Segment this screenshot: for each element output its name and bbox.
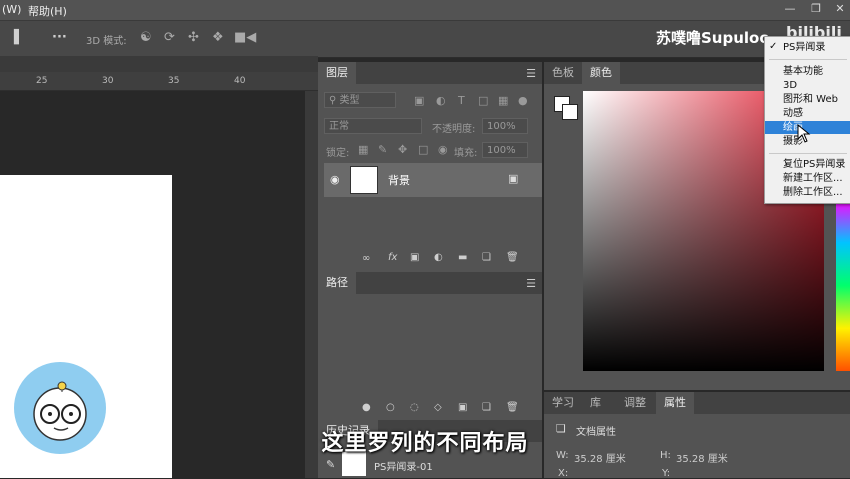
fill-label: 填充: [454, 148, 478, 159]
3d-orbit-icon[interactable]: ☯ [140, 30, 152, 45]
workspace-essentials[interactable]: 基本功能 [783, 65, 823, 78]
hue-slider[interactable] [836, 200, 850, 371]
more-options-icon[interactable]: ··· [52, 30, 67, 45]
trash-icon[interactable]: 🗑 [506, 252, 519, 263]
video-subtitle: 这里罗列的不同布局 [321, 431, 529, 456]
tab-color[interactable]: 颜色 [582, 62, 620, 84]
cartoon-avatar-icon [33, 381, 87, 441]
workspace-motion[interactable]: 动感 [783, 107, 803, 120]
menu-separator [769, 59, 847, 60]
lock-label: 锁定: [326, 148, 350, 159]
delete-workspace[interactable]: 删除工作区... [783, 186, 843, 199]
mask-icon[interactable]: ▣ [410, 252, 419, 263]
visibility-eye-icon[interactable]: ◉ [330, 173, 340, 186]
menu-separator [769, 153, 847, 154]
y-label: Y: [662, 468, 671, 479]
load-selection-icon[interactable]: ◌ [410, 402, 419, 413]
new-layer-icon[interactable]: ❏ [482, 252, 491, 263]
lock-icon: ▣ [508, 172, 519, 185]
new-workspace[interactable]: 新建工作区... [783, 172, 843, 185]
fill-path-icon[interactable]: ● [362, 402, 371, 413]
horizontal-ruler[interactable]: 25 30 35 40 [0, 72, 318, 91]
tab-swatches[interactable]: 色板 [544, 62, 582, 84]
trash-icon[interactable]: 🗑 [506, 402, 519, 413]
3d-camera-icon[interactable]: ■◀ [234, 30, 256, 45]
menu-window[interactable]: (W) [2, 3, 21, 16]
tab-paths[interactable]: 路径 [318, 272, 356, 294]
mouse-cursor-icon [797, 124, 811, 143]
fill-input[interactable]: 100% [482, 142, 528, 158]
check-icon: ✓ [769, 41, 778, 52]
minimize-icon[interactable]: — [780, 0, 800, 18]
background-color-swatch[interactable] [562, 104, 578, 120]
panel-menu-icon[interactable]: ☰ [526, 277, 536, 290]
3d-pan-icon[interactable]: ✣ [188, 30, 199, 45]
folder-icon[interactable]: ▬ [458, 252, 467, 263]
tab-libraries[interactable]: 库 [582, 392, 609, 414]
fx-icon[interactable]: fx [388, 252, 397, 263]
filter-toggle-icon[interactable]: ● [518, 94, 528, 107]
layers-panel-header: 图层 ☰ [318, 62, 542, 84]
filter-shape-icon[interactable]: □ [478, 94, 488, 107]
height-value[interactable]: 35.28 厘米 [676, 450, 728, 465]
filter-pixel-icon[interactable]: ▣ [414, 94, 424, 107]
options-bar: ▌ ··· 3D 模式: ☯ ⟳ ✣ ❖ ■◀ 苏噗噜Supuloo bilib… [0, 20, 850, 58]
layers-panel: 图层 ☰ ⚲ 类型 ▣ ◐ T □ ▦ ● 正常 不透明度: 100% 锁定: … [318, 62, 542, 272]
layer-filter-select[interactable]: ⚲ 类型 [324, 92, 396, 108]
properties-panel-header: 学习 库 调整 属性 [544, 392, 850, 414]
make-path-icon[interactable]: ◇ [434, 402, 442, 413]
menu-help[interactable]: 帮助(H) [28, 3, 67, 19]
layer-name: 背景 [388, 174, 410, 187]
layer-thumbnail [350, 166, 378, 194]
paths-panel-header: 路径 ☰ [318, 272, 542, 294]
height-label: H: [660, 450, 671, 461]
stroke-path-icon[interactable]: ○ [386, 402, 395, 413]
tab-adjustments[interactable]: 调整 [616, 392, 654, 414]
history-item[interactable]: PS异闻录-01 [374, 458, 433, 473]
paths-footer: ● ○ ◌ ◇ ▣ ❏ 🗑 [318, 398, 542, 420]
watermark-text: 苏噗噜Supuloo [656, 29, 770, 47]
adjustment-icon[interactable]: ◐ [434, 252, 443, 263]
history-brush-icon: ✎ [326, 458, 336, 471]
lock-all-icon[interactable]: ◉ [438, 143, 448, 156]
search-icon: ⚲ [329, 95, 340, 106]
menu-bar: (W) 帮助(H) — ❐ ✕ [0, 0, 850, 20]
layers-footer: ∞ fx ▣ ◐ ▬ ❏ 🗑 [318, 246, 542, 272]
3d-roll-icon[interactable]: ⟳ [164, 30, 175, 45]
tab-learn[interactable]: 学习 [544, 392, 582, 414]
x-label: X: [558, 468, 569, 479]
workspace-current[interactable]: PS异闻录 [783, 41, 825, 54]
avatar [14, 362, 106, 454]
blend-mode-select[interactable]: 正常 [324, 118, 422, 134]
3d-slide-icon[interactable]: ❖ [212, 30, 224, 45]
workspace-graphic-web[interactable]: 图形和 Web [783, 93, 838, 106]
3d-mode-label: 3D 模式: [86, 36, 127, 47]
opacity-input[interactable]: 100% [482, 118, 528, 134]
new-path-icon[interactable]: ❏ [482, 402, 491, 413]
lock-position-icon[interactable]: ✥ [398, 143, 407, 156]
add-mask-icon[interactable]: ▣ [458, 402, 467, 413]
tab-properties[interactable]: 属性 [656, 392, 694, 414]
lock-transparency-icon[interactable]: ▦ [358, 143, 368, 156]
lock-artboard-icon[interactable]: □ [418, 143, 428, 156]
align-icon[interactable]: ▌ [14, 30, 24, 45]
opacity-label: 不透明度: [432, 124, 476, 135]
link-icon[interactable]: ∞ [362, 253, 370, 264]
reset-workspace[interactable]: 复位PS异闻录 [783, 158, 845, 171]
layer-row-background[interactable]: ◉ 背景 ▣ [324, 163, 542, 197]
filter-smart-icon[interactable]: ▦ [498, 94, 508, 107]
paths-panel: 路径 ☰ ● ○ ◌ ◇ ▣ ❏ 🗑 [318, 272, 542, 420]
workspace-menu: ✓ PS异闻录 基本功能 3D 图形和 Web 动感 绘画 摄影 复位PS异闻录… [764, 36, 850, 204]
panel-menu-icon[interactable]: ☰ [526, 67, 536, 80]
lock-brush-icon[interactable]: ✎ [378, 143, 387, 156]
close-icon[interactable]: ✕ [830, 0, 850, 18]
tab-layers[interactable]: 图层 [318, 62, 356, 84]
filter-adjust-icon[interactable]: ◐ [436, 94, 446, 107]
workspace-3d[interactable]: 3D [783, 79, 797, 92]
filter-type-icon[interactable]: T [458, 94, 465, 107]
restore-icon[interactable]: ❐ [806, 0, 826, 18]
